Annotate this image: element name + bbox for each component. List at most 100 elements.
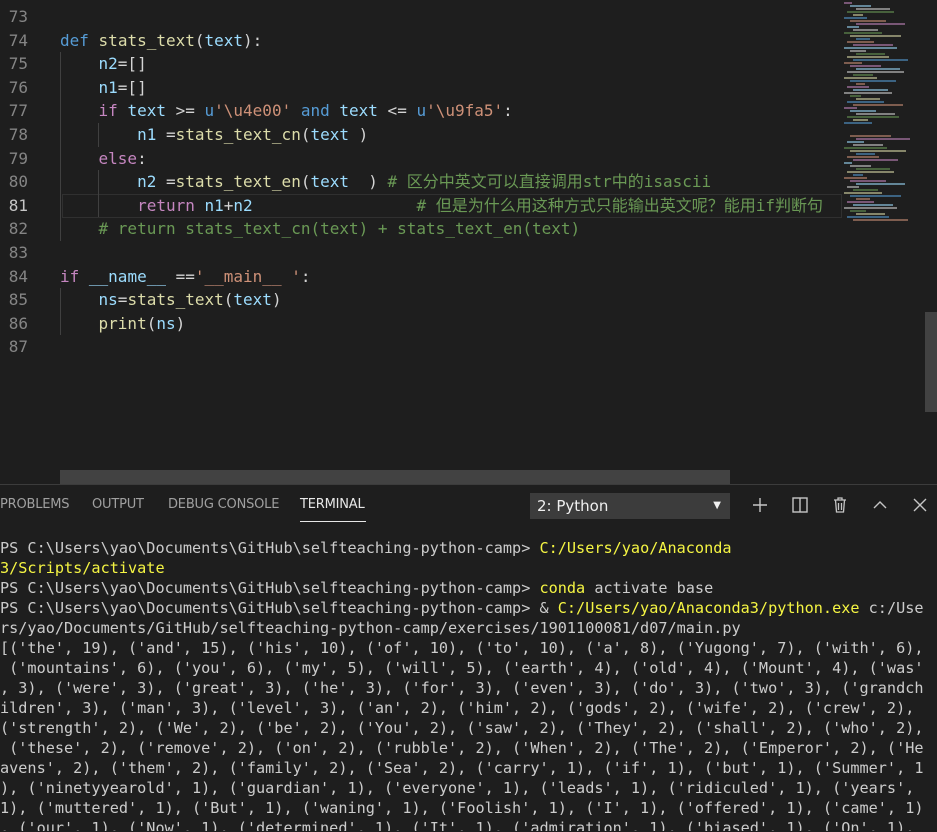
- minimap-line: [850, 20, 886, 22]
- terminal-text: PS C:\Users\yao\Documents\GitHub\selftea…: [0, 599, 558, 617]
- terminal-text: C:/Users/yao/Anaconda: [539, 539, 732, 557]
- minimap-line: [856, 138, 910, 140]
- code-token: text: [310, 172, 349, 192]
- line-number: 75: [8, 54, 28, 74]
- terminal-text: , ('our', 1), ('Now', 1), ('determined',…: [0, 819, 915, 831]
- terminal-text: rs/yao/Documents/GitHub/selfteaching-pyt…: [0, 619, 741, 637]
- code-token: (: [223, 290, 234, 310]
- minimap-line: [844, 122, 872, 124]
- minimap[interactable]: [842, 0, 922, 484]
- line-code: else:: [60, 147, 147, 171]
- line-number: 73: [8, 7, 28, 26]
- code-token: u: [416, 101, 427, 121]
- code-token: n2: [233, 195, 253, 215]
- code-token: n2: [98, 54, 118, 74]
- minimap-line: [850, 165, 871, 167]
- maximize-panel-button[interactable]: [868, 493, 892, 517]
- code-token: if: [98, 101, 118, 121]
- terminal-line: 1), ('muttered', 1), ('But', 1), ('wanin…: [0, 798, 937, 818]
- line-code: n1 =stats_text_cn(text ): [60, 123, 368, 147]
- code-token: ==: [165, 266, 195, 286]
- terminal-line: rs/yao/Documents/GitHub/selfteaching-pyt…: [0, 618, 937, 638]
- minimap-line: [853, 189, 878, 191]
- code-token: # return stats_text_cn(text) + stats_tex…: [98, 219, 581, 239]
- code-token: return: [137, 195, 195, 215]
- code-token: __name__: [88, 266, 166, 286]
- line-code: n2 =stats_text_en(text ) # 区分中英文可以直接调用st…: [60, 170, 711, 194]
- minimap-line: [856, 153, 875, 155]
- minimap-line: [853, 104, 903, 106]
- terminal-text: ('strength', 2), ('We', 2), ('be', 2), (…: [0, 719, 924, 737]
- terminal-line: ), ('ninetyyearold', 1), ('guardian', 1)…: [0, 778, 937, 798]
- code-editor[interactable]: 73 74 def stats_text(text): 75 n2=[] 76 n1=[…: [0, 0, 937, 484]
- line-number: 81: [8, 195, 28, 215]
- terminal-line: , ('our', 1), ('Now', 1), ('determined',…: [0, 818, 937, 831]
- terminal-output[interactable]: PS C:\Users\yao\Documents\GitHub\selftea…: [0, 538, 937, 831]
- tab-terminal[interactable]: TERMINAL: [300, 497, 365, 512]
- minimap-line: [847, 101, 884, 103]
- code-token: =[]: [117, 77, 147, 97]
- line-number: 78: [8, 125, 28, 144]
- minimap-line: [856, 183, 905, 185]
- code-token: =: [156, 172, 176, 192]
- new-terminal-button[interactable]: [748, 493, 772, 517]
- code-token: ns: [98, 290, 118, 310]
- line-code: n2=[]: [60, 52, 147, 76]
- line-number: 79: [8, 148, 28, 168]
- minimap-line: [856, 198, 870, 200]
- code-token: :: [503, 101, 513, 121]
- code-token: ): [349, 125, 369, 144]
- line-number: 74: [8, 30, 28, 50]
- minimap-line: [856, 113, 895, 115]
- line-number: 87: [8, 337, 28, 357]
- line-number: 85: [8, 290, 28, 310]
- terminal-text: ildren', 3), ('man', 3), ('level', 3), (…: [0, 699, 915, 717]
- tab-problems[interactable]: PROBLEMS: [0, 497, 70, 512]
- minimap-line: [844, 32, 882, 34]
- minimap-line: [853, 144, 883, 146]
- kill-terminal-button[interactable]: [828, 493, 852, 517]
- minimap-line: [856, 53, 885, 55]
- minimap-line: [847, 141, 864, 143]
- minimap-line: [853, 59, 908, 61]
- terminal-text: ('mountains', 6), ('you', 6), ('my', 5),…: [0, 659, 924, 677]
- terminal-line: PS C:\Users\yao\Documents\GitHub\selftea…: [0, 578, 937, 598]
- code-token: text: [233, 290, 272, 310]
- minimap-line: [853, 44, 893, 46]
- minimap-line: [847, 11, 894, 13]
- code-token: '__main__ ': [194, 266, 301, 286]
- indent-guide: [98, 123, 99, 147]
- active-tab-indicator: [300, 521, 366, 522]
- minimap-line: [853, 219, 908, 221]
- minimap-line: [853, 14, 863, 16]
- code-token: <=: [377, 101, 417, 121]
- code-token: u: [204, 101, 215, 121]
- terminal-line: 3/Scripts/activate: [0, 558, 937, 578]
- horizontal-scrollbar-thumb[interactable]: [60, 470, 730, 484]
- minimap-line: [847, 26, 859, 28]
- line-number: 80: [8, 172, 28, 192]
- close-panel-button[interactable]: [908, 493, 932, 517]
- minimap-line: [850, 180, 886, 182]
- code-token: text: [204, 30, 244, 50]
- split-terminal-button[interactable]: [788, 493, 812, 517]
- code-token: n1: [204, 195, 224, 215]
- code-token: # 但是为什么用这种方式只能输出英文呢？能用if判断句: [416, 195, 823, 215]
- minimap-line: [850, 5, 871, 7]
- code-token: :: [300, 266, 311, 286]
- tab-output[interactable]: OUTPUT: [92, 497, 144, 512]
- minimap-line: [844, 162, 852, 164]
- terminal-select[interactable]: 2: Python ▼: [530, 493, 730, 519]
- minimap-line: [847, 216, 889, 218]
- minimap-line: [850, 95, 861, 97]
- minimap-line: [853, 74, 873, 76]
- code-token: n1: [98, 77, 118, 97]
- tab-debug-console[interactable]: DEBUG CONSOLE: [168, 497, 279, 512]
- vertical-scrollbar-thumb[interactable]: [925, 312, 937, 412]
- terminal-line: ('mountains', 6), ('you', 6), ('my', 5),…: [0, 658, 937, 678]
